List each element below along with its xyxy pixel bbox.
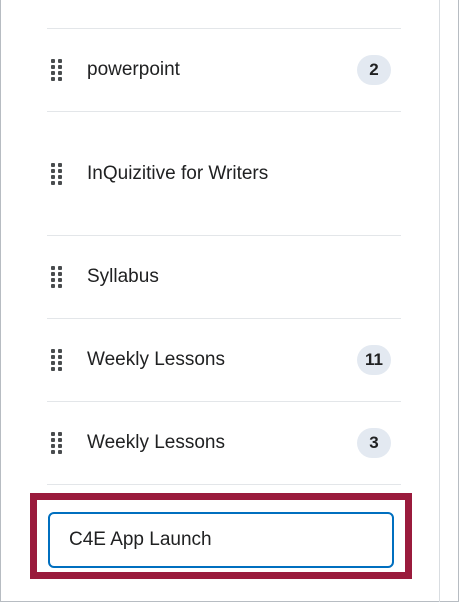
new-item-input-wrapper — [48, 512, 394, 568]
module-item-label: powerpoint — [87, 59, 180, 80]
module-list: powerpoint 2 InQuizitive for Writers Syl… — [47, 28, 401, 485]
module-item-weekly-lessons[interactable]: Weekly Lessons 11 — [47, 319, 401, 402]
module-item-weekly-lessons-2[interactable]: Weekly Lessons 3 — [47, 402, 401, 485]
item-count-badge: 11 — [357, 345, 391, 375]
panel-divider — [439, 0, 440, 602]
drag-handle-icon[interactable] — [51, 432, 65, 454]
module-item-label: Weekly Lessons — [87, 432, 225, 453]
module-item-powerpoint[interactable]: powerpoint 2 — [47, 29, 401, 112]
module-item-label: Weekly Lessons — [87, 349, 225, 370]
drag-handle-icon[interactable] — [51, 59, 65, 81]
module-list-panel: powerpoint 2 InQuizitive for Writers Syl… — [0, 0, 459, 602]
module-item-label: InQuizitive for Writers — [87, 162, 269, 184]
drag-handle-icon[interactable] — [51, 266, 65, 288]
module-item-label: Syllabus — [87, 266, 159, 287]
drag-handle-icon[interactable] — [51, 349, 65, 371]
new-module-name-input[interactable] — [48, 512, 394, 568]
module-item-inquizitive[interactable]: InQuizitive for Writers — [47, 112, 401, 236]
item-count-badge: 2 — [357, 55, 391, 85]
module-item-syllabus[interactable]: Syllabus — [47, 236, 401, 319]
item-count-badge: 3 — [357, 428, 391, 458]
drag-handle-icon[interactable] — [51, 162, 65, 185]
